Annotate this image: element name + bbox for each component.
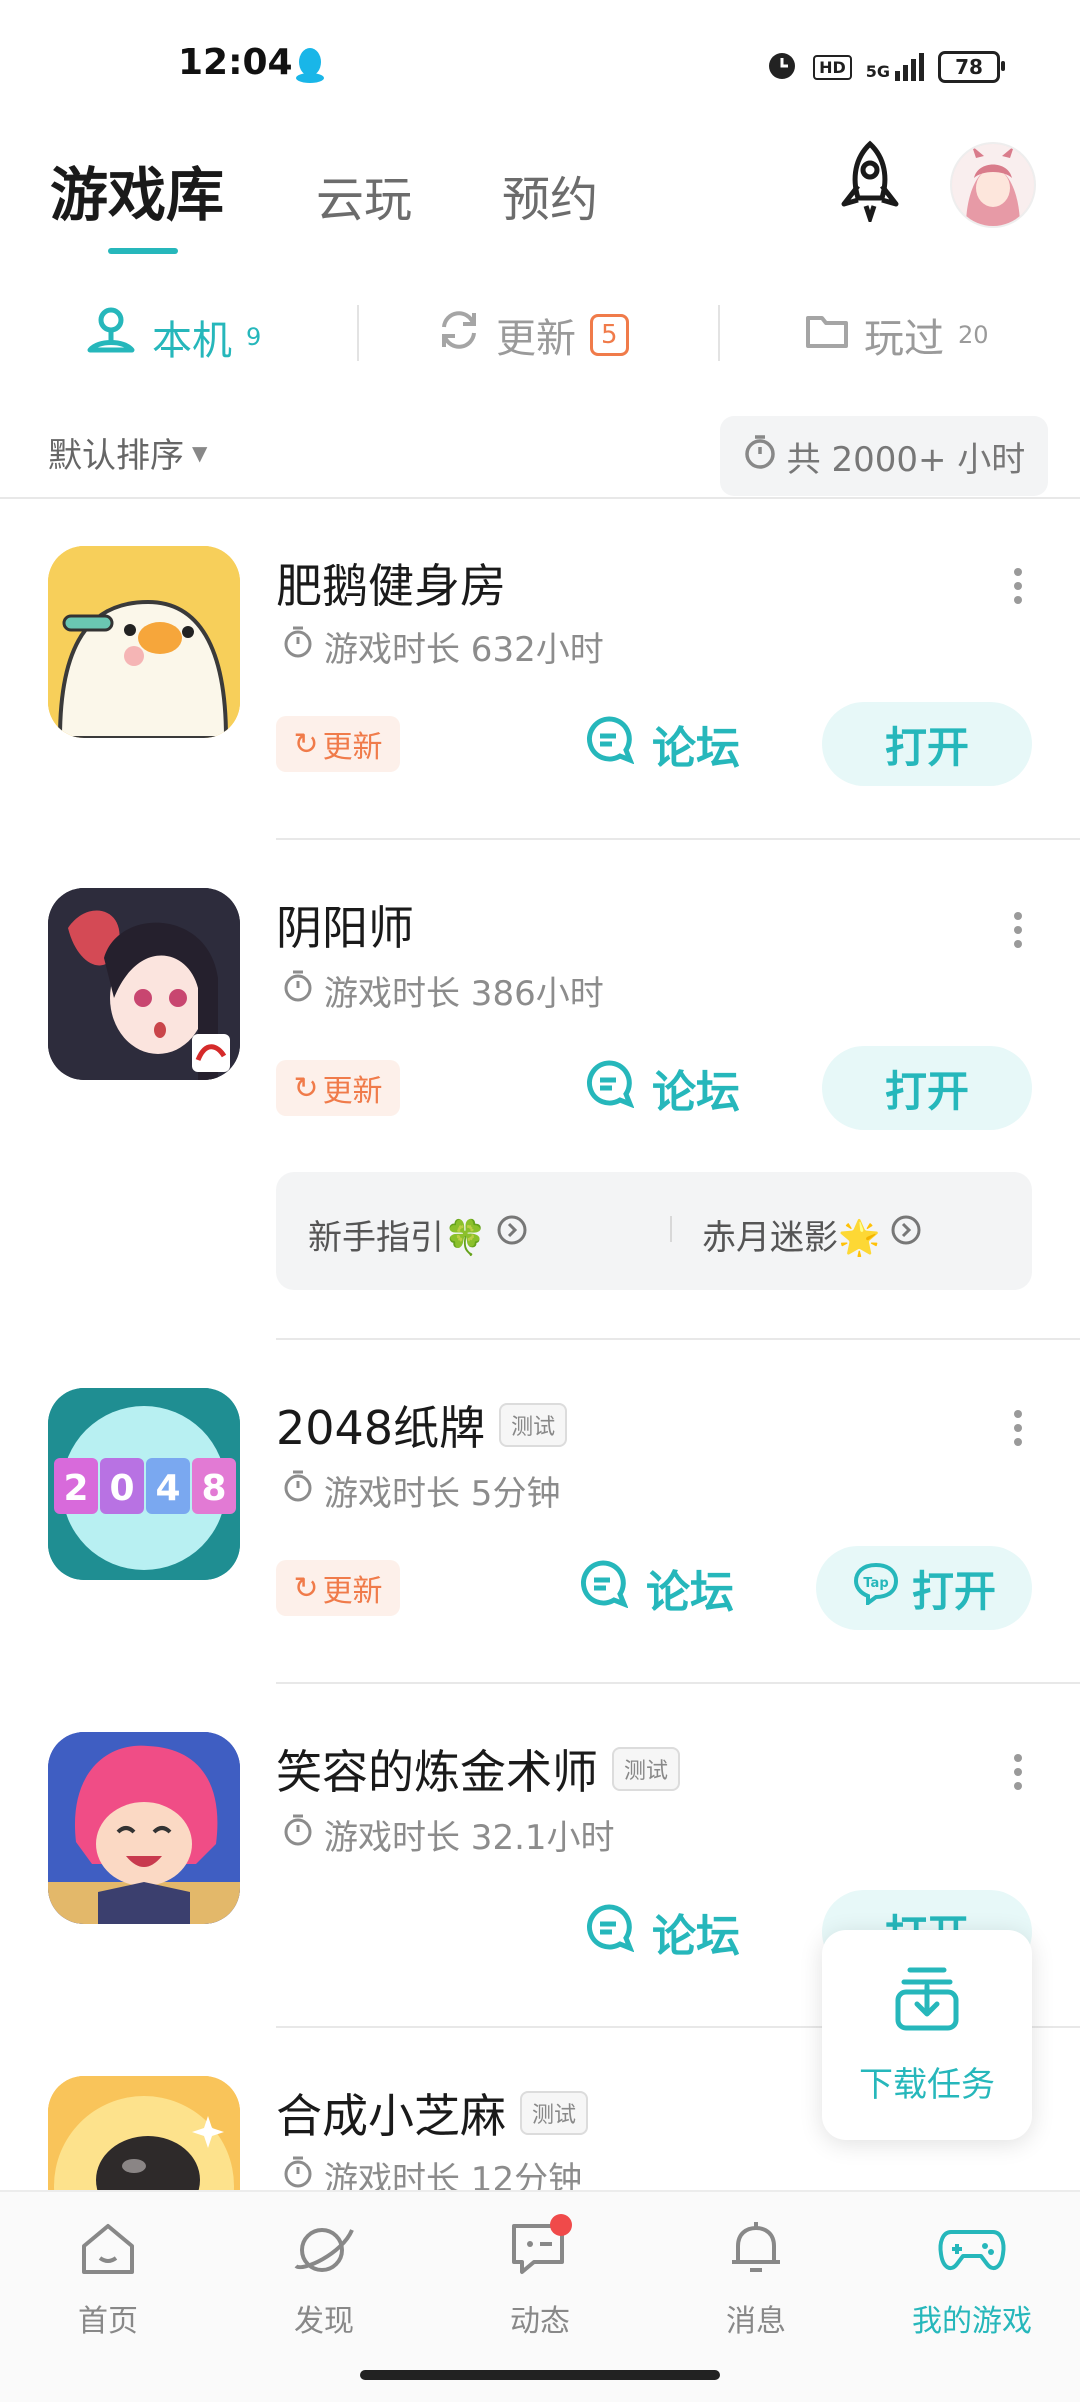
caret-down-icon: ▼	[192, 440, 208, 465]
chevron-right-icon	[496, 1214, 528, 1255]
chat-bubble-icon	[578, 1558, 629, 1619]
hd-badge: HD	[813, 54, 852, 80]
forum-button[interactable]: 论坛	[584, 1900, 740, 1964]
forum-button[interactable]: 论坛	[584, 712, 740, 776]
tile-digit: 4	[155, 1468, 180, 1509]
signal-icon: 5G	[866, 53, 924, 81]
tab-library[interactable]: 游戏库	[50, 148, 224, 232]
planet-icon	[292, 2218, 356, 2286]
tab-cloud[interactable]: 云玩	[316, 160, 412, 230]
open-with-tap-button[interactable]: Tap 打开	[816, 1546, 1032, 1630]
game-title[interactable]: 2048纸牌 测试	[276, 1392, 568, 1458]
open-button[interactable]: 打开	[822, 702, 1032, 786]
divider	[357, 305, 359, 361]
refresh-icon: ↻	[293, 726, 319, 762]
divider	[670, 1216, 672, 1242]
timer-icon	[282, 1813, 314, 1856]
game-title[interactable]: 肥鹅健身房	[276, 550, 506, 616]
chat-dots-icon	[508, 2214, 572, 2286]
game-title[interactable]: 合成小芝麻 测试	[276, 2080, 589, 2146]
game-duration: 游戏时长 32.1小时	[282, 1810, 615, 1859]
subtab-update[interactable]: 更新 5	[436, 306, 629, 364]
subtab-local[interactable]: 本机 9	[84, 306, 261, 368]
alarm-icon	[765, 48, 799, 86]
row-divider	[276, 838, 1080, 840]
local-icon	[84, 306, 138, 368]
sort-dropdown[interactable]: 默认排序 ▼	[48, 428, 207, 477]
divider	[718, 305, 720, 361]
battery-icon: 78	[938, 51, 1005, 83]
svg-text:Tap: Tap	[863, 1576, 888, 1591]
timer-icon	[282, 1469, 314, 1512]
timer-icon	[743, 434, 777, 479]
tile-digit: 2	[63, 1468, 88, 1509]
folder-icon	[804, 310, 850, 360]
update-count-badge: 5	[590, 314, 629, 356]
tap-logo-icon: Tap	[852, 1561, 900, 1615]
timer-icon	[282, 969, 314, 1012]
more-options-icon[interactable]	[1014, 1404, 1026, 1452]
open-button[interactable]: 打开	[822, 1046, 1032, 1130]
chat-bubble-icon	[584, 1058, 635, 1119]
subtab-played[interactable]: 玩过 20	[804, 306, 989, 364]
nav-home[interactable]: 首页	[38, 2218, 178, 2340]
game-icon-goose[interactable]	[48, 546, 240, 738]
update-tag[interactable]: ↻ 更新	[276, 716, 400, 772]
game-duration: 游戏时长 632小时	[282, 622, 604, 671]
test-badge: 测试	[499, 1403, 568, 1447]
forum-button[interactable]: 论坛	[578, 1556, 734, 1620]
tile-digit: 8	[201, 1468, 226, 1509]
avatar[interactable]	[950, 142, 1036, 228]
game-icon-alchemist[interactable]	[48, 1732, 240, 1924]
chat-bubble-icon	[584, 1902, 635, 1963]
game-duration: 游戏时长 5分钟	[282, 1466, 560, 1515]
home-icon	[76, 2218, 140, 2286]
tab-reserve[interactable]: 预约	[502, 160, 598, 230]
chat-bubble-icon	[584, 714, 635, 775]
refresh-icon: ↻	[293, 1070, 319, 1106]
game-icon-onmyoji[interactable]	[48, 888, 240, 1080]
forum-button[interactable]: 论坛	[584, 1056, 740, 1120]
game-title[interactable]: 阴阳师	[276, 892, 414, 958]
test-badge: 测试	[612, 1747, 681, 1791]
guide-link[interactable]: 赤月迷影🌟	[702, 1210, 922, 1259]
home-indicator[interactable]	[360, 2370, 720, 2380]
more-options-icon[interactable]	[1014, 562, 1026, 610]
status-indicators: HD 5G 78	[765, 48, 1005, 86]
game-title[interactable]: 笑容的炼金术师 测试	[276, 1736, 681, 1802]
row-divider	[276, 1338, 1080, 1340]
tab-indicator	[108, 248, 178, 254]
update-tag[interactable]: ↻ 更新	[276, 1060, 400, 1116]
download-tray-icon	[892, 1964, 962, 2041]
notification-dot	[550, 2214, 572, 2236]
test-badge: 测试	[520, 2091, 589, 2135]
qq-icon	[294, 46, 326, 90]
more-options-icon[interactable]	[1014, 1748, 1026, 1796]
refresh-icon: ↻	[293, 1570, 319, 1606]
game-icon-sesame[interactable]	[48, 2076, 240, 2190]
row-divider	[276, 1682, 1080, 1684]
guide-link[interactable]: 新手指引🍀	[308, 1210, 528, 1259]
download-task-button[interactable]: 下载任务	[822, 1930, 1032, 2140]
nav-my-games[interactable]: 我的游戏	[902, 2218, 1042, 2340]
section-divider	[0, 497, 1080, 499]
update-tag[interactable]: ↻ 更新	[276, 1560, 400, 1616]
timer-icon	[282, 625, 314, 668]
bell-icon	[724, 2218, 788, 2286]
tile-digit: 0	[109, 1468, 134, 1509]
total-playtime: 共 2000+ 小时	[720, 416, 1048, 496]
chevron-right-icon	[890, 1214, 922, 1255]
game-duration: 游戏时长 386小时	[282, 966, 604, 1015]
nav-feed[interactable]: 动态	[470, 2214, 610, 2340]
game-icon-2048[interactable]: 2 0 4 8	[48, 1388, 240, 1580]
status-time: 12:04	[178, 42, 293, 83]
nav-messages[interactable]: 消息	[686, 2218, 826, 2340]
rocket-icon[interactable]	[830, 138, 910, 226]
refresh-icon	[436, 307, 482, 363]
gamepad-icon	[937, 2218, 1007, 2286]
more-options-icon[interactable]	[1014, 906, 1026, 954]
nav-discover[interactable]: 发现	[254, 2218, 394, 2340]
